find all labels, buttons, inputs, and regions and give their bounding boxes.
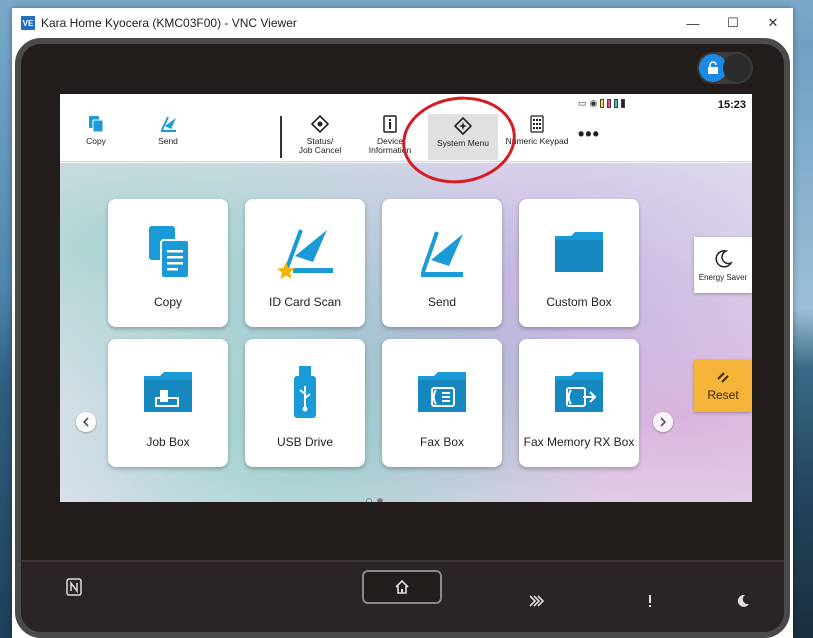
home-screen: Copy ID Card Scan Send Custom Box Job Bo… <box>60 163 752 502</box>
cast-icon: ▭ <box>578 98 587 108</box>
home-hardware-button[interactable] <box>362 570 442 604</box>
quick-send-label: Send <box>158 136 178 146</box>
close-button[interactable]: ✕ <box>753 8 793 38</box>
tile-send[interactable]: Send <box>382 199 502 327</box>
processing-icon <box>528 594 545 613</box>
moon-icon <box>715 249 733 267</box>
tile-fax-memory-rx-box-label: Fax Memory RX Box <box>523 435 635 449</box>
chevron-left-icon <box>82 417 89 427</box>
lock-toggle[interactable] <box>697 52 753 84</box>
tile-id-card-scan-label: ID Card Scan <box>268 295 342 309</box>
title-bar: VE Kara Home Kyocera (KMC03F00) - VNC Vi… <box>12 8 793 38</box>
tile-fax-box-label: Fax Box <box>419 435 464 449</box>
reset-label: Reset <box>707 388 739 402</box>
quick-copy-button[interactable]: Copy <box>74 114 118 160</box>
tile-custom-box-label: Custom Box <box>546 295 612 309</box>
fax-box-icon <box>416 361 468 423</box>
quick-send-button[interactable]: Send <box>146 114 190 160</box>
home-icon <box>395 579 409 594</box>
reset-icon <box>717 372 729 383</box>
id-card-scan-icon <box>275 221 335 283</box>
tile-usb-drive[interactable]: USB Drive <box>245 339 365 467</box>
page-prev-button[interactable] <box>76 412 96 432</box>
page-dot <box>366 498 372 502</box>
copy-icon <box>88 114 104 134</box>
printer-panel: ▭ ◉ 15:23 Copy Send Status/ Job Cancel D… <box>15 38 790 638</box>
quick-bar-divider <box>280 116 282 158</box>
vnc-app-icon: VE <box>21 16 35 30</box>
vnc-viewer-window: VE Kara Home Kyocera (KMC03F00) - VNC Vi… <box>12 8 793 638</box>
tile-job-box-label: Job Box <box>146 435 190 449</box>
usb-icon <box>290 361 320 423</box>
energy-saver-label: Energy Saver <box>698 272 748 282</box>
window-title: Kara Home Kyocera (KMC03F00) - VNC Viewe… <box>41 16 297 30</box>
tile-send-label: Send <box>427 295 457 309</box>
chevron-right-icon <box>660 417 667 427</box>
quick-status-label: Status/ Job Cancel <box>298 136 342 155</box>
nfc-icon <box>66 578 82 601</box>
device-info-icon <box>383 114 397 134</box>
clock: 15:23 <box>717 99 746 111</box>
tile-job-box[interactable]: Job Box <box>108 339 228 467</box>
toner-magenta-icon <box>607 99 612 108</box>
attention-icon <box>647 594 653 613</box>
toner-black-icon <box>621 99 626 108</box>
status-icons: ▭ ◉ <box>578 98 626 109</box>
more-button[interactable]: ••• <box>578 124 600 145</box>
tile-custom-box[interactable]: Custom Box <box>519 199 639 327</box>
reset-button[interactable]: Reset <box>694 360 752 412</box>
send-icon <box>417 221 467 283</box>
page-indicator <box>366 498 383 502</box>
page-dot-active <box>377 498 383 502</box>
sleep-icon <box>736 594 750 613</box>
folder-icon <box>553 221 605 283</box>
keypad-icon <box>530 114 544 134</box>
send-icon <box>159 114 177 134</box>
toner-cyan-icon <box>614 99 619 108</box>
energy-saver-button[interactable]: Energy Saver <box>694 237 752 293</box>
tile-copy[interactable]: Copy <box>108 199 228 327</box>
tile-copy-label: Copy <box>153 295 182 309</box>
copy-icon <box>145 221 191 283</box>
toner-yellow-icon <box>600 99 605 108</box>
tile-id-card-scan[interactable]: ID Card Scan <box>245 199 365 327</box>
tile-fax-memory-rx-box[interactable]: Fax Memory RX Box <box>519 339 639 467</box>
minimize-button[interactable]: — <box>673 8 713 38</box>
quick-status-button[interactable]: Status/ Job Cancel <box>290 114 350 160</box>
fax-memory-icon <box>553 361 605 423</box>
wifi-icon: ◉ <box>589 98 598 108</box>
status-icon <box>311 114 329 134</box>
tile-fax-box[interactable]: Fax Box <box>382 339 502 467</box>
page-next-button[interactable] <box>653 412 673 432</box>
maximize-button[interactable]: ☐ <box>713 8 753 38</box>
quick-copy-label: Copy <box>86 136 106 146</box>
tile-usb-drive-label: USB Drive <box>276 435 333 449</box>
job-box-icon <box>142 361 194 423</box>
